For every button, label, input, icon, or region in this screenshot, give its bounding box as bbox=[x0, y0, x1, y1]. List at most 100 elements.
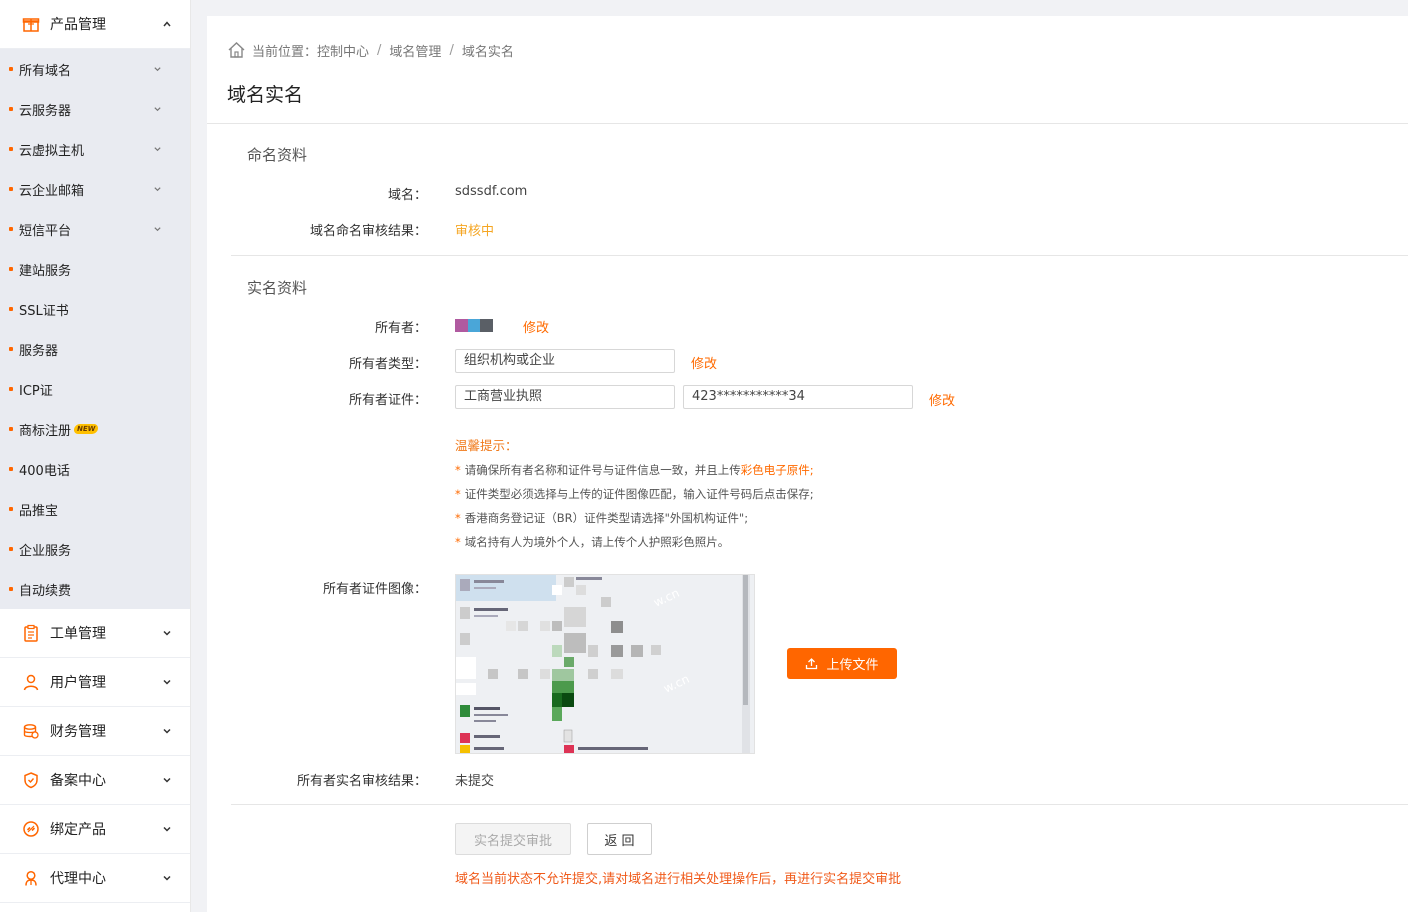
sidebar-subitem[interactable]: 服务器 bbox=[0, 329, 190, 369]
bullet-dot bbox=[9, 67, 13, 71]
cert-edit-link[interactable]: 修改 bbox=[929, 390, 955, 409]
sidebar-subitem[interactable]: 短信平台 bbox=[0, 209, 190, 249]
sidebar-subitem[interactable]: 400电话 bbox=[0, 449, 190, 489]
breadcrumb-prefix: 当前位置： bbox=[252, 44, 318, 60]
main-panel: 当前位置： 控制中心 / 域名管理 / 域名实名 域名实名 命名资料 域名： s… bbox=[207, 16, 1408, 912]
sidebar-subitem[interactable]: 自动续费 bbox=[0, 569, 190, 609]
bullet-dot bbox=[9, 587, 13, 591]
sidebar-group-label: 财务管理 bbox=[50, 724, 106, 740]
sidebar-group-label: 工单管理 bbox=[50, 626, 106, 642]
status-warning: 域名当前状态不允许提交,请对域名进行相关处理操作后，再进行实名提交审批 bbox=[455, 872, 902, 887]
sidebar-subitem[interactable]: ICP证 bbox=[0, 369, 190, 409]
owner-cert-label: 所有者证件： bbox=[348, 393, 427, 408]
chevron-down-icon bbox=[163, 630, 171, 636]
sidebar-subitem-label: 云虚拟主机 bbox=[19, 143, 85, 159]
bullet-dot bbox=[9, 267, 13, 271]
sidebar-subitem[interactable]: 云服务器 bbox=[0, 89, 190, 129]
chevron-down-icon bbox=[154, 107, 161, 112]
sidebar-group[interactable]: 绑定产品 bbox=[0, 805, 190, 854]
link-icon bbox=[22, 820, 40, 838]
domain-label: 域名： bbox=[387, 188, 427, 203]
breadcrumb-item-domain-management[interactable]: 域名管理 bbox=[389, 41, 441, 60]
sidebar-group-product[interactable]: 产品管理 bbox=[0, 0, 190, 49]
owner-type-edit-link[interactable]: 修改 bbox=[691, 353, 717, 372]
breadcrumb-item-control-center[interactable]: 控制中心 bbox=[317, 41, 369, 60]
section-title-realname: 实名资料 bbox=[247, 279, 308, 297]
user-icon bbox=[22, 673, 40, 691]
sidebar-group-label: 代理中心 bbox=[50, 871, 106, 887]
coins-icon bbox=[22, 722, 40, 740]
naming-review-status: 审核中 bbox=[455, 224, 495, 239]
breadcrumb: 当前位置： 控制中心 / 域名管理 / 域名实名 bbox=[227, 38, 514, 62]
sidebar-subitem[interactable]: 建站服务 bbox=[0, 249, 190, 289]
sidebar-group[interactable]: 财务管理 bbox=[0, 707, 190, 756]
tips-title: 温馨提示： bbox=[455, 438, 518, 453]
owner-type-field[interactable]: 组织机构或企业 bbox=[455, 349, 675, 373]
chevron-down-icon bbox=[154, 227, 161, 232]
sidebar-subitem-label: 商标注册 bbox=[19, 423, 72, 439]
sidebar-subitem[interactable]: 企业服务 bbox=[0, 529, 190, 569]
sidebar-subitem[interactable]: 云虚拟主机 bbox=[0, 129, 190, 169]
sidebar-subitem[interactable]: SSL证书 bbox=[0, 289, 190, 329]
bullet-dot bbox=[9, 347, 13, 351]
chevron-down-icon bbox=[163, 728, 171, 734]
upload-icon bbox=[806, 658, 818, 670]
sidebar-subitem-label: ICP证 bbox=[19, 383, 53, 399]
sidebar-group[interactable]: 备案中心 bbox=[0, 756, 190, 805]
sidebar-subitem-label: 400电话 bbox=[19, 463, 70, 479]
cert-number-field[interactable]: 423***********34 bbox=[683, 385, 913, 409]
chevron-down-icon bbox=[154, 67, 161, 72]
chevron-down-icon bbox=[154, 187, 161, 192]
chevron-down-icon bbox=[163, 826, 171, 832]
bullet-dot bbox=[9, 227, 13, 231]
domain-value: sdssdf.com bbox=[455, 184, 528, 199]
tips-box: 温馨提示： * 请确保所有者名称和证件号与证件信息一致，并且上传彩色电子原件; *… bbox=[455, 434, 814, 554]
product-submenu: 所有域名 云服务器云虚拟主机云企业邮箱短信平台建站服务 SSL证书服务器 ICP证商标… bbox=[0, 49, 190, 609]
chevron-down-icon bbox=[163, 679, 171, 685]
sidebar-subitem-label: 品推宝 bbox=[19, 503, 59, 519]
sidebar-subitem-label: 企业服务 bbox=[19, 543, 72, 559]
owner-result-status: 未提交 bbox=[455, 774, 495, 789]
breadcrumb-separator: / bbox=[377, 42, 382, 58]
sidebar-subitem-label: 建站服务 bbox=[19, 263, 72, 279]
cert-image-preview: w.cn w.cn bbox=[455, 574, 755, 754]
sidebar-subitem-label: 云企业邮箱 bbox=[19, 183, 85, 199]
new-badge: NEW bbox=[73, 424, 100, 434]
upload-button-label: 上传文件 bbox=[826, 658, 879, 673]
sidebar-group[interactable]: 代理中心 bbox=[0, 854, 190, 903]
tip-line: * 香港商务登记证（BR）证件类型请选择"外国机构证件"; bbox=[455, 511, 749, 525]
divider bbox=[231, 255, 1408, 256]
bullet-dot bbox=[9, 387, 13, 391]
shield-icon bbox=[22, 771, 40, 789]
tip-line: * 域名持有人为境外个人，请上传个人护照彩色照片。 bbox=[455, 535, 730, 549]
tip-line: * 请确保所有者名称和证件号与证件信息一致，并且上传彩色电子原件; bbox=[455, 463, 814, 477]
owner-edit-link[interactable]: 修改 bbox=[523, 317, 549, 336]
divider bbox=[207, 123, 1408, 124]
sidebar-group-label: 绑定产品 bbox=[50, 822, 106, 838]
bullet-dot bbox=[9, 107, 13, 111]
gift-icon bbox=[22, 15, 40, 33]
sidebar-group[interactable]: 用户管理 bbox=[0, 658, 190, 707]
bullet-dot bbox=[9, 507, 13, 511]
bullet-dot bbox=[9, 307, 13, 311]
cert-type-field[interactable]: 工商营业执照 bbox=[455, 385, 675, 409]
sidebar-subitem[interactable]: 所有域名 bbox=[0, 49, 190, 89]
sidebar-subitem[interactable]: 商标注册 NEW bbox=[0, 409, 190, 449]
sidebar-group-label: 产品管理 bbox=[50, 17, 106, 33]
naming-review-label: 域名命名审核结果： bbox=[309, 224, 427, 239]
breadcrumb-separator: / bbox=[449, 42, 454, 58]
tip-line: * 证件类型必须选择与上传的证件图像匹配，输入证件号码后点击保存; bbox=[455, 487, 814, 501]
chevron-down-icon bbox=[163, 777, 171, 783]
sidebar-group[interactable]: 工单管理 bbox=[0, 609, 190, 658]
sidebar-subitem-label: SSL证书 bbox=[19, 303, 69, 319]
top-strip bbox=[191, 0, 1408, 6]
upload-file-button[interactable]: 上传文件 bbox=[787, 648, 897, 679]
chevron-down-icon bbox=[154, 147, 161, 152]
sidebar-subitem-label: 自动续费 bbox=[19, 583, 72, 599]
home-icon bbox=[228, 42, 245, 58]
submit-realname-button[interactable]: 实名提交审批 bbox=[455, 823, 571, 855]
back-button[interactable]: 返 回 bbox=[587, 823, 652, 855]
sidebar-subitem[interactable]: 品推宝 bbox=[0, 489, 190, 529]
sidebar-subitem[interactable]: 云企业邮箱 bbox=[0, 169, 190, 209]
breadcrumb-item-current: 域名实名 bbox=[461, 44, 514, 60]
